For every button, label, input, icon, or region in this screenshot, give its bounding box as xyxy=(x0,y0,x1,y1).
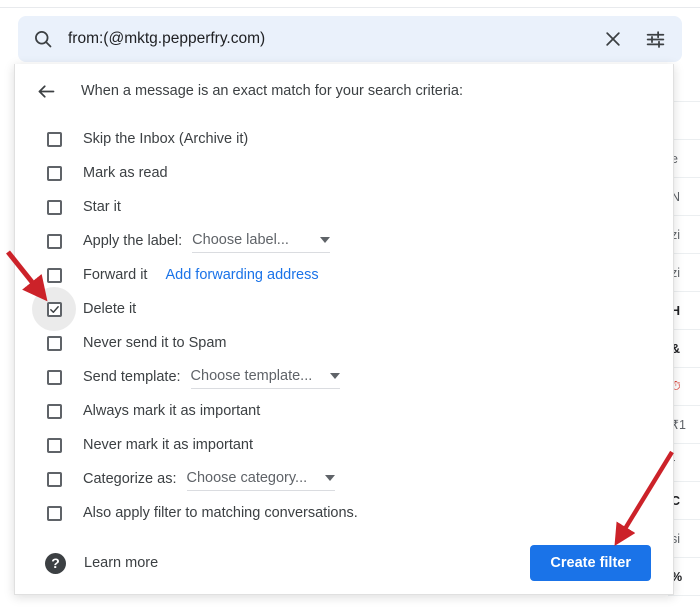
checkbox-forward-it[interactable] xyxy=(40,261,68,289)
search-input[interactable]: from:(@mktg.pepperfry.com) xyxy=(68,29,600,49)
checkbox-skip-the-inbox-archive-it[interactable] xyxy=(40,125,68,153)
filter-option-label: Never send it to Spam xyxy=(83,333,226,353)
filter-option-label: Skip the Inbox (Archive it) xyxy=(83,129,248,149)
checkbox-star-it[interactable] xyxy=(40,193,68,221)
checkbox-box xyxy=(47,268,62,283)
help-icon: ? xyxy=(45,553,66,574)
checkbox-delete-it[interactable] xyxy=(40,295,68,323)
checkbox-never-mark-it-as-important[interactable] xyxy=(40,431,68,459)
filter-option-row[interactable]: Always mark it as important xyxy=(40,394,673,428)
checkbox-never-send-it-to-spam[interactable] xyxy=(40,329,68,357)
arrow-back-icon[interactable] xyxy=(33,78,59,104)
checkbox-box xyxy=(47,132,62,147)
dialog-footer: ? Learn more Create filter xyxy=(15,532,673,594)
learn-more-link[interactable]: ? Learn more xyxy=(45,553,158,574)
checkbox-apply-the-label[interactable] xyxy=(40,227,68,255)
add-forwarding-address-link[interactable]: Add forwarding address xyxy=(165,265,318,285)
filter-option-label: Star it xyxy=(83,197,121,217)
dialog-title: When a message is an exact match for you… xyxy=(81,81,463,101)
filter-option-row[interactable]: Star it xyxy=(40,190,673,224)
checkbox-mark-as-read[interactable] xyxy=(40,159,68,187)
filter-option-row[interactable]: Send template: Choose template... xyxy=(40,360,673,394)
filter-option-label: Never mark it as important xyxy=(83,435,253,455)
filter-option-row[interactable]: Never send it to Spam xyxy=(40,326,673,360)
filter-option-label: Categorize as: xyxy=(83,469,177,489)
filter-option-label: Forward it xyxy=(83,265,147,285)
checkbox-also-apply-filter-to-matching-conversations[interactable] xyxy=(40,499,68,527)
learn-more-label: Learn more xyxy=(84,555,158,571)
background-email-row: H xyxy=(668,596,700,607)
checkbox-send-template[interactable] xyxy=(40,363,68,391)
chevron-down-icon xyxy=(325,475,335,481)
dropdown-select[interactable]: Choose category... xyxy=(187,468,336,491)
checkbox-box xyxy=(47,472,62,487)
dropdown-value: Choose label... xyxy=(192,230,289,250)
search-bar[interactable]: from:(@mktg.pepperfry.com) xyxy=(18,16,682,62)
filter-option-row[interactable]: Never mark it as important xyxy=(40,428,673,462)
filter-option-label: Apply the label: xyxy=(83,231,182,251)
filter-option-row[interactable]: Apply the label: Choose label... xyxy=(40,224,673,258)
create-filter-dialog: When a message is an exact match for you… xyxy=(14,64,674,595)
dropdown-select[interactable]: Choose template... xyxy=(191,366,341,389)
filter-option-label: Also apply filter to matching conversati… xyxy=(83,503,358,523)
filter-actions-list: Skip the Inbox (Archive it) Mark as read S… xyxy=(15,118,673,530)
chevron-down-icon xyxy=(320,237,330,243)
checkbox-categorize-as[interactable] xyxy=(40,465,68,493)
create-filter-button[interactable]: Create filter xyxy=(530,545,651,581)
filter-option-row[interactable]: Categorize as: Choose category... xyxy=(40,462,673,496)
gmail-filter-creation-screen: eNziziH&⏱₹1rCsi%H from:(@mktg.pepperfry.… xyxy=(0,0,700,607)
chevron-down-icon xyxy=(330,373,340,379)
checkbox-box xyxy=(47,200,62,215)
dialog-header: When a message is an exact match for you… xyxy=(15,64,673,118)
checkbox-always-mark-it-as-important[interactable] xyxy=(40,397,68,425)
filter-option-row[interactable]: Also apply filter to matching conversati… xyxy=(40,496,673,530)
filter-option-row[interactable]: Mark as read xyxy=(40,156,673,190)
filter-option-label: Send template: xyxy=(83,367,181,387)
filter-option-row[interactable]: Delete it xyxy=(40,292,673,326)
checkbox-box xyxy=(47,336,62,351)
checkbox-box xyxy=(47,404,62,419)
dropdown-select[interactable]: Choose label... xyxy=(192,230,330,253)
close-icon[interactable] xyxy=(600,26,626,52)
checkbox-box xyxy=(47,370,62,385)
top-strip xyxy=(0,0,700,8)
dropdown-value: Choose category... xyxy=(187,468,308,488)
checkbox-box xyxy=(47,438,62,453)
checkbox-box xyxy=(47,302,62,317)
filter-option-label: Always mark it as important xyxy=(83,401,260,421)
checkbox-box xyxy=(47,166,62,181)
filter-option-label: Delete it xyxy=(83,299,136,319)
search-icon xyxy=(32,28,54,50)
filter-option-row[interactable]: Skip the Inbox (Archive it) xyxy=(40,122,673,156)
tune-icon[interactable] xyxy=(642,26,668,52)
checkbox-box xyxy=(47,234,62,249)
filter-option-row[interactable]: Forward it Add forwarding address xyxy=(40,258,673,292)
filter-option-label: Mark as read xyxy=(83,163,168,183)
dropdown-value: Choose template... xyxy=(191,366,313,386)
checkbox-box xyxy=(47,506,62,521)
